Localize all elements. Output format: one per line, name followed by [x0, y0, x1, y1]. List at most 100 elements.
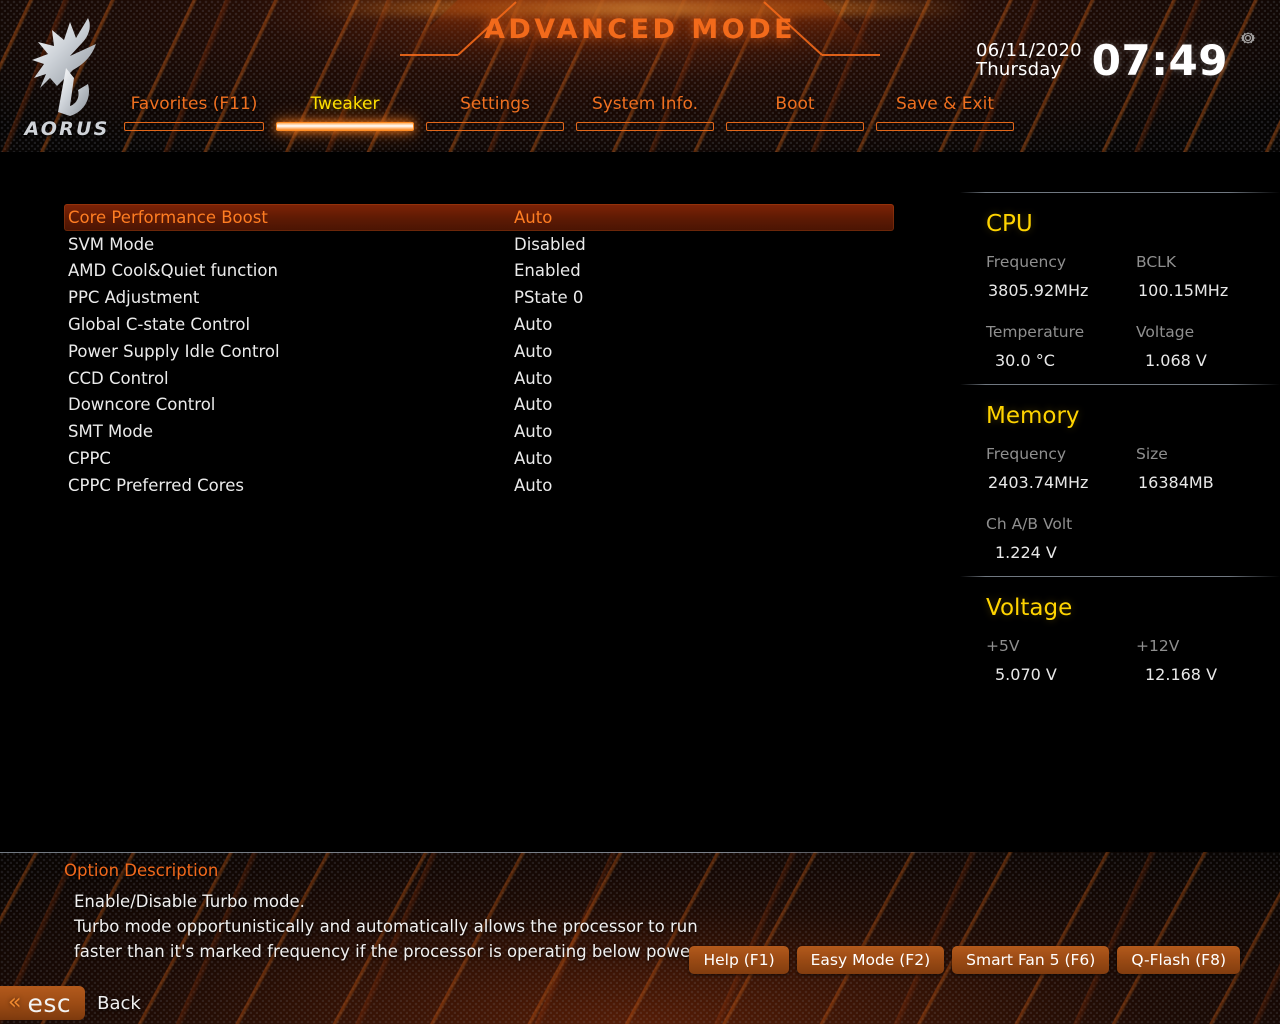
- setting-value[interactable]: Enabled: [514, 261, 581, 280]
- setting-row[interactable]: AMD Cool&Quiet function Enabled: [64, 258, 894, 285]
- info-section: Voltage +5V +12V 5.070 V 12.168 V: [960, 576, 1280, 690]
- info-label: Size: [1136, 445, 1168, 463]
- info-label: Voltage: [1136, 323, 1195, 341]
- setting-name: SMT Mode: [68, 422, 153, 442]
- setting-row[interactable]: SVM Mode Disabled: [64, 231, 894, 258]
- setting-value[interactable]: Disabled: [514, 235, 586, 254]
- tab-label: Settings: [460, 94, 530, 114]
- tab-indicator: [876, 122, 1014, 131]
- tab-indicator: [576, 122, 714, 131]
- function-button[interactable]: Smart Fan 5 (F6): [952, 946, 1110, 974]
- info-value: 1.224 V: [995, 543, 1057, 562]
- info-value: 1.068 V: [1145, 351, 1207, 370]
- setting-row[interactable]: Global C-state Control Auto: [64, 311, 894, 338]
- tab-label: Tweaker: [310, 94, 380, 114]
- function-button[interactable]: Q-Flash (F8): [1117, 946, 1240, 974]
- info-value: 16384MB: [1138, 473, 1214, 492]
- info-label: Frequency: [986, 445, 1067, 463]
- setting-name: SVM Mode: [68, 234, 155, 254]
- info-value: 3805.92MHz: [988, 281, 1089, 300]
- setting-row[interactable]: CPPC Preferred Cores Auto: [64, 472, 894, 499]
- info-value: 5.070 V: [995, 665, 1057, 684]
- setting-row[interactable]: SMT Mode Auto: [64, 418, 894, 445]
- setting-name: Global C-state Control: [68, 315, 251, 335]
- info-section: Memory Frequency Size 2403.74MHz 16384MB Ch A…: [960, 384, 1280, 568]
- setting-row[interactable]: CCD Control Auto: [64, 365, 894, 392]
- section-divider: [960, 192, 1280, 193]
- info-section-title: CPU: [986, 211, 1033, 237]
- main-content: Core Performance Boost Auto SVM Mode Disabl…: [0, 152, 1280, 852]
- setting-value[interactable]: Auto: [514, 395, 552, 414]
- setting-value[interactable]: Auto: [514, 476, 552, 495]
- tab-tweaker[interactable]: Tweaker: [276, 92, 414, 131]
- esc-key-pill[interactable]: « esc: [0, 986, 86, 1020]
- setting-value[interactable]: Auto: [514, 342, 552, 361]
- footer-divider: [0, 852, 1012, 853]
- tab-label: Favorites (F11): [130, 94, 258, 114]
- back-label: Back: [97, 992, 141, 1014]
- setting-row[interactable]: Core Performance Boost Auto: [64, 204, 894, 231]
- info-value: 30.0 °C: [995, 351, 1055, 370]
- section-divider: [960, 576, 1280, 577]
- function-button[interactable]: Help (F1): [689, 946, 789, 974]
- function-key-buttons: Help (F1) Easy Mode (F2) Smart Fan 5 (F6) Q…: [689, 946, 1240, 974]
- info-section-title: Voltage: [986, 595, 1073, 621]
- setting-value[interactable]: PState 0: [514, 288, 583, 307]
- setting-name: AMD Cool&Quiet function: [68, 261, 278, 281]
- setting-value[interactable]: Auto: [514, 369, 552, 388]
- setting-row[interactable]: PPC Adjustment PState 0: [64, 284, 894, 311]
- setting-name: CPPC Preferred Cores: [68, 475, 244, 495]
- tab-indicator: [726, 122, 864, 131]
- double-chevron-left-icon: «: [8, 990, 22, 1015]
- gear-icon[interactable]: [1238, 28, 1258, 48]
- info-label: Temperature: [986, 323, 1085, 341]
- tab-boot[interactable]: Boot: [726, 92, 864, 131]
- tab-favorites[interactable]: Favorites (F11): [124, 92, 264, 131]
- tab-indicator: [276, 122, 414, 131]
- footer: Option Description Enable/Disable Turbo …: [0, 852, 1280, 1024]
- info-label: Ch A/B Volt: [986, 515, 1073, 533]
- setting-row[interactable]: CPPC Auto: [64, 445, 894, 472]
- setting-row[interactable]: Power Supply Idle Control Auto: [64, 338, 894, 365]
- setting-name: CPPC: [68, 449, 111, 469]
- setting-value[interactable]: Auto: [514, 315, 552, 334]
- setting-name: PPC Adjustment: [68, 288, 200, 308]
- setting-name: Power Supply Idle Control: [68, 341, 280, 361]
- setting-row[interactable]: Downcore Control Auto: [64, 392, 894, 419]
- main-navigation: Favorites (F11) Tweaker Settings System …: [0, 92, 1280, 138]
- info-label: +5V: [986, 637, 1020, 655]
- option-description-title: Option Description: [64, 861, 219, 880]
- esc-back-control[interactable]: « esc Back: [0, 986, 141, 1020]
- info-section: CPU Frequency BCLK 3805.92MHz 100.15MHz Tempe…: [960, 192, 1280, 376]
- datetime-display: 06/11/2020 Thursday 07:49: [976, 36, 1228, 85]
- page-title: ADVANCED MODE: [483, 14, 797, 45]
- setting-value[interactable]: Auto: [514, 208, 552, 227]
- info-section-title: Memory: [986, 403, 1080, 429]
- info-value: 2403.74MHz: [988, 473, 1089, 492]
- setting-name: Downcore Control: [68, 395, 216, 415]
- info-value: 100.15MHz: [1138, 281, 1229, 300]
- info-grid: +5V +12V 5.070 V 12.168 V: [986, 633, 1280, 690]
- header: ADVANCED MODE AORUS 06/11/2020 Thursday …: [0, 0, 1280, 152]
- settings-list: Core Performance Boost Auto SVM Mode Disabl…: [64, 204, 894, 499]
- tab-settings[interactable]: Settings: [426, 92, 564, 131]
- advanced-mode-banner: ADVANCED MODE: [400, 0, 880, 56]
- function-button[interactable]: Easy Mode (F2): [796, 946, 945, 974]
- info-value: 12.168 V: [1145, 665, 1218, 684]
- esc-key-label: esc: [27, 988, 72, 1018]
- tab-system-info[interactable]: System Info.: [576, 92, 714, 131]
- setting-value[interactable]: Auto: [514, 449, 552, 468]
- info-label: +12V: [1136, 637, 1180, 655]
- info-grid: Frequency BCLK 3805.92MHz 100.15MHz Temperat…: [986, 249, 1280, 376]
- setting-name: Core Performance Boost: [68, 207, 268, 227]
- bios-advanced-mode-screen: ADVANCED MODE AORUS 06/11/2020 Thursday …: [0, 0, 1280, 1024]
- info-label: Frequency: [986, 253, 1067, 271]
- tab-indicator: [124, 122, 264, 131]
- tab-save-exit[interactable]: Save & Exit: [876, 92, 1014, 131]
- tab-label: System Info.: [591, 94, 699, 114]
- tab-indicator: [426, 122, 564, 131]
- info-label: [1136, 511, 1280, 537]
- setting-value[interactable]: Auto: [514, 422, 552, 441]
- info-row-gap: [986, 499, 1280, 510]
- info-grid: Frequency Size 2403.74MHz 16384MB Ch A/B Vol…: [986, 441, 1280, 568]
